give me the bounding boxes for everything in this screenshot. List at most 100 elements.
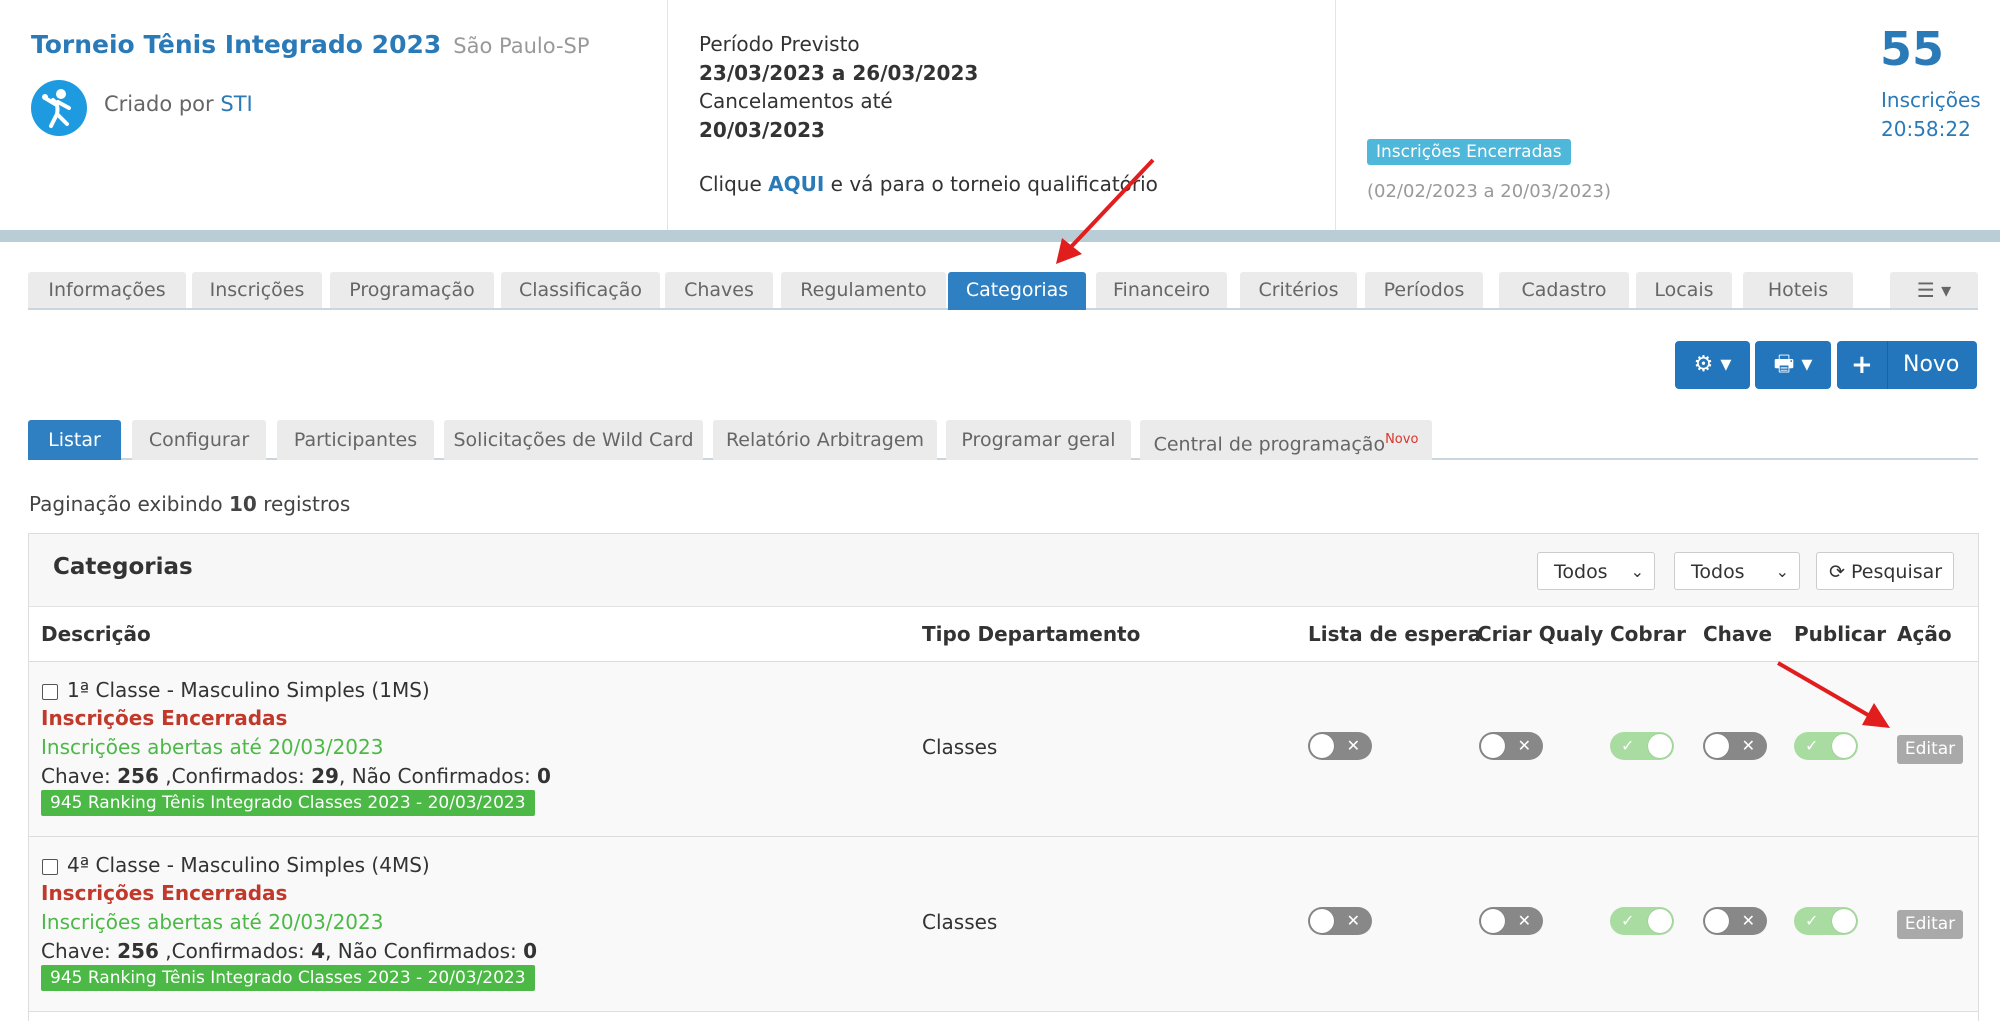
col-chave[interactable]: Chave <box>1703 622 1772 646</box>
tab-financeiro[interactable]: Financeiro <box>1096 272 1227 308</box>
tab-categorias[interactable]: Categorias <box>948 272 1086 310</box>
panel-title: Categorias <box>53 554 193 580</box>
col-descricao[interactable]: Descrição <box>41 622 151 646</box>
toggle-chave[interactable]: ✕ <box>1703 732 1767 760</box>
plus-icon: + <box>1851 350 1873 380</box>
close-icon: ✕ <box>1517 736 1531 755</box>
check-icon: ✓ <box>1621 911 1635 930</box>
ranking-badge[interactable]: 945 Ranking Tênis Integrado Classes 2023… <box>41 790 535 816</box>
tournament-name[interactable]: Torneio Tênis Integrado 2023 <box>31 30 441 59</box>
tournament-title[interactable]: Torneio Tênis Integrado 2023 São Paulo-SP <box>31 30 590 59</box>
edit-button[interactable]: Editar <box>1897 910 1963 939</box>
table-row: 4ª Classe - Masculino Simples (4MS) Insc… <box>29 837 1978 1012</box>
col-publicar[interactable]: Publicar <box>1794 622 1886 646</box>
table-row: 1ª Classe - Masculino Simples (1MS) Insc… <box>29 662 1978 837</box>
header-divider <box>1335 0 1336 230</box>
period-label: Período Previsto <box>699 32 860 56</box>
subtab-wild-card[interactable]: Solicitações de Wild Card <box>444 420 703 460</box>
toggle-publicar[interactable]: ✓ <box>1794 907 1858 935</box>
col-acao: Ação <box>1897 622 1952 646</box>
category-name: 4ª Classe - Masculino Simples (4MS) <box>67 853 430 877</box>
category-status: Inscrições Encerradas <box>41 706 288 730</box>
subtab-participantes[interactable]: Participantes <box>277 420 434 460</box>
registrations-count: 55 <box>1880 22 1945 76</box>
cancel-value: 20/03/2023 <box>699 117 825 142</box>
tab-informacoes[interactable]: Informações <box>28 272 186 308</box>
refresh-icon: ⟳ <box>1829 561 1845 583</box>
main-tabs: Informações Inscrições Programação Class… <box>28 272 1978 310</box>
toggle-cobrar[interactable]: ✓ <box>1610 732 1674 760</box>
category-counts: Chave: 256 ,Confirmados: 29, Não Confirm… <box>41 764 551 788</box>
filter-select-2[interactable]: Todos ⌄ <box>1674 552 1800 590</box>
tournament-header: Torneio Tênis Integrado 2023 São Paulo-SP… <box>0 0 2000 230</box>
status-badge: Inscrições Encerradas <box>1367 139 1571 165</box>
more-menu-tab[interactable]: ☰ ▾ <box>1890 272 1978 308</box>
chevron-down-icon: ⌄ <box>1775 562 1789 581</box>
category-open-until: Inscrições abertas até 20/03/2023 <box>41 910 384 934</box>
toggle-criar-qualy[interactable]: ✕ <box>1479 732 1543 760</box>
printer-icon: 🖶 ▾ <box>1773 352 1813 377</box>
category-counts: Chave: 256 ,Confirmados: 4, Não Confirma… <box>41 939 538 963</box>
header-separator-band <box>0 230 2000 242</box>
creator-link[interactable]: STI <box>220 92 252 116</box>
tab-hoteis[interactable]: Hoteis <box>1743 272 1853 308</box>
new-button[interactable]: + Novo <box>1837 341 1977 389</box>
header-divider <box>667 0 668 230</box>
category-name: 1ª Classe - Masculino Simples (1MS) <box>67 678 430 702</box>
subtab-configurar[interactable]: Configurar <box>132 420 266 460</box>
col-tipo[interactable]: Tipo Departamento <box>922 622 1140 646</box>
close-icon: ✕ <box>1517 911 1531 930</box>
table-header: Descrição Tipo Departamento Lista de esp… <box>29 607 1978 662</box>
toggle-chave[interactable]: ✕ <box>1703 907 1767 935</box>
category-status: Inscrições Encerradas <box>41 881 288 905</box>
subtab-programar-geral[interactable]: Programar geral <box>946 420 1131 460</box>
registrations-label: Inscrições <box>1881 88 1981 112</box>
tab-classificacao[interactable]: Classificação <box>501 272 660 308</box>
status-range: (02/02/2023 a 20/03/2023) <box>1367 181 1612 202</box>
toggle-publicar[interactable]: ✓ <box>1794 732 1858 760</box>
toggle-criar-qualy[interactable]: ✕ <box>1479 907 1543 935</box>
tab-programacao[interactable]: Programação <box>330 272 494 308</box>
category-tipo: Classes <box>922 735 998 759</box>
toggle-cobrar[interactable]: ✓ <box>1610 907 1674 935</box>
search-button[interactable]: ⟳ Pesquisar <box>1816 552 1954 590</box>
filter-select-1[interactable]: Todos ⌄ <box>1537 552 1655 590</box>
category-tipo: Classes <box>922 910 998 934</box>
tab-locais[interactable]: Locais <box>1636 272 1732 308</box>
settings-button[interactable]: ⚙ ▾ <box>1675 341 1750 389</box>
period-info: Período Previsto 23/03/2023 a 26/03/2023… <box>699 30 978 144</box>
row-checkbox[interactable] <box>42 684 58 700</box>
categories-panel: Categorias Todos ⌄ Todos ⌄ ⟳ Pesquisar D… <box>28 533 1979 1021</box>
new-button-label: Novo <box>1903 352 1960 377</box>
chevron-down-icon: ⌄ <box>1630 562 1644 581</box>
cancel-label: Cancelamentos até <box>699 89 893 113</box>
ranking-badge[interactable]: 945 Ranking Tênis Integrado Classes 2023… <box>41 965 535 991</box>
col-cobrar[interactable]: Cobrar <box>1610 622 1686 646</box>
edit-button[interactable]: Editar <box>1897 735 1963 764</box>
annotation-arrow-icon <box>1056 158 1155 264</box>
tab-periodos[interactable]: Períodos <box>1365 272 1483 308</box>
col-criar-qualy[interactable]: Criar Qualy <box>1477 622 1603 646</box>
tab-chaves[interactable]: Chaves <box>665 272 773 308</box>
close-icon: ✕ <box>1741 911 1755 930</box>
tournament-city: São Paulo-SP <box>453 34 590 58</box>
subtab-relatorio-arbitragem[interactable]: Relatório Arbitragem <box>713 420 937 460</box>
col-lista-espera[interactable]: Lista de espera <box>1308 622 1481 646</box>
tab-regulamento[interactable]: Regulamento <box>781 272 946 308</box>
row-checkbox[interactable] <box>42 859 58 875</box>
tab-criterios[interactable]: Critérios <box>1240 272 1357 308</box>
close-icon: ✕ <box>1741 736 1755 755</box>
close-icon: ✕ <box>1346 911 1360 930</box>
subtab-listar[interactable]: Listar <box>28 420 121 460</box>
toggle-lista-espera[interactable]: ✕ <box>1308 732 1372 760</box>
category-open-until: Inscrições abertas até 20/03/2023 <box>41 735 384 759</box>
tab-cadastro[interactable]: Cadastro <box>1499 272 1629 308</box>
check-icon: ✓ <box>1805 736 1819 755</box>
toggle-lista-espera[interactable]: ✕ <box>1308 907 1372 935</box>
qualy-link[interactable]: AQUI <box>768 172 824 196</box>
subtab-central-programacao[interactable]: Central de programaçãoNovo <box>1140 420 1432 460</box>
period-value: 23/03/2023 a 26/03/2023 <box>699 60 979 85</box>
pagination-info: Paginação exibindo 10 registros <box>29 492 351 516</box>
print-button[interactable]: 🖶 ▾ <box>1755 341 1831 389</box>
tab-inscricoes[interactable]: Inscrições <box>192 272 322 308</box>
